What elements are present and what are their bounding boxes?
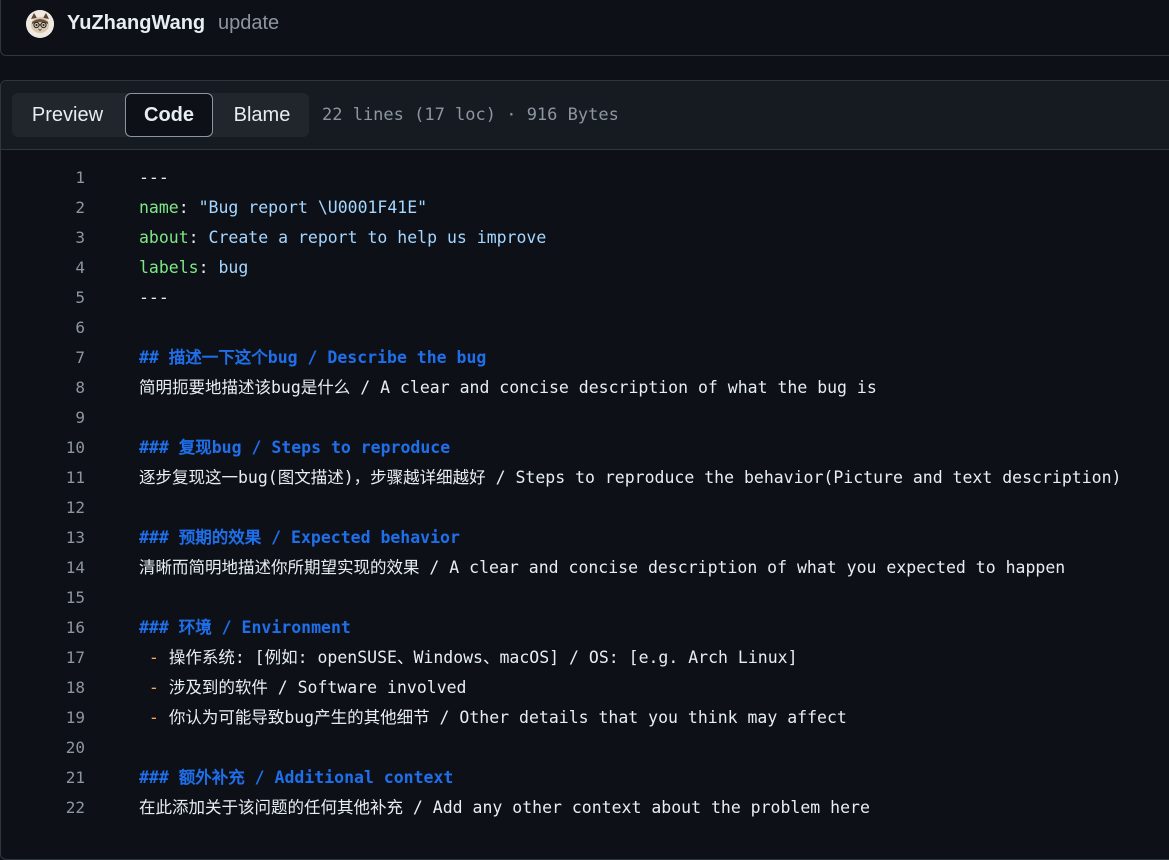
line-number[interactable]: 12 (1, 493, 85, 523)
line-number[interactable]: 7 (1, 343, 85, 373)
line-content: ### 额外补充 / Additional context (139, 763, 453, 793)
line-content: ### 复现bug / Steps to reproduce (139, 433, 450, 463)
yaml-key: about (139, 228, 189, 247)
code-line: 9 (1, 403, 1169, 433)
code-view[interactable]: 1 --- 2 name: "Bug report \U0001F41E" 3 about… (1, 163, 1169, 823)
line-number[interactable]: 22 (1, 793, 85, 823)
line-content: about: Create a report to help us improv… (139, 223, 546, 253)
code-line: 17 - 操作系统: [例如: openSUSE、Windows、macOS] … (1, 643, 1169, 673)
yaml-separator: : (188, 228, 209, 247)
line-number[interactable]: 4 (1, 253, 85, 283)
line-number[interactable]: 18 (1, 673, 85, 703)
line-content: name: "Bug report \U0001F41E" (139, 193, 427, 223)
list-text: 你认为可能导致bug产生的其他细节 / Other details that y… (168, 708, 847, 727)
line-content: ## 描述一下这个bug / Describe the bug (139, 343, 486, 373)
file-info: 22 lines (17 loc) · 916 Bytes (322, 105, 619, 125)
line-content: 简明扼要地描述该bug是什么 / A clear and concise des… (139, 373, 877, 403)
line-number[interactable]: 1 (1, 163, 85, 193)
tab-blame[interactable]: Blame (215, 93, 309, 137)
list-bullet: - (139, 648, 169, 667)
line-number[interactable]: 3 (1, 223, 85, 253)
code-line: 12 (1, 493, 1169, 523)
yaml-key: name (139, 198, 179, 217)
file-header: Preview Code Blame 22 lines (17 loc) · 9… (1, 81, 1169, 150)
markdown-heading: ## 描述一下这个bug / Describe the bug (139, 348, 487, 367)
line-text: 简明扼要地描述该bug是什么 / A clear and concise des… (139, 378, 877, 397)
line-number[interactable]: 21 (1, 763, 85, 793)
view-mode-switch: Preview Code Blame (12, 93, 309, 137)
line-text: 逐步复现这一bug(图文描述)，步骤越详细越好 / Steps to repro… (139, 468, 1122, 487)
line-content: ### 预期的效果 / Expected behavior (139, 523, 460, 553)
line-number[interactable]: 5 (1, 283, 85, 313)
line-number[interactable]: 16 (1, 613, 85, 643)
line-content: 在此添加关于该问题的任何其他补充 / Add any other context… (139, 793, 870, 823)
line-content: --- (139, 283, 169, 313)
code-line: 19 - 你认为可能导致bug产生的其他细节 / Other details t… (1, 703, 1169, 733)
code-line: 6 (1, 313, 1169, 343)
tab-preview[interactable]: Preview (12, 93, 123, 137)
list-bullet: - (139, 678, 169, 697)
yaml-value: bug (218, 258, 249, 277)
line-text: 在此添加关于该问题的任何其他补充 / Add any other context… (139, 798, 870, 817)
line-number[interactable]: 11 (1, 463, 85, 493)
markdown-heading: ### 环境 / Environment (139, 618, 351, 637)
line-number[interactable]: 15 (1, 583, 85, 613)
code-line: 18 - 涉及到的软件 / Software involved (1, 673, 1169, 703)
line-number[interactable]: 8 (1, 373, 85, 403)
list-bullet: - (139, 708, 169, 727)
latest-commit-bar: YuZhangWang update (0, 0, 1169, 56)
code-line: 16 ### 环境 / Environment (1, 613, 1169, 643)
code-line: 3 about: Create a report to help us impro… (1, 223, 1169, 253)
code-line: 5 --- (1, 283, 1169, 313)
line-content: ### 环境 / Environment (139, 613, 351, 643)
code-line: 2 name: "Bug report \U0001F41E" (1, 193, 1169, 223)
line-content: - 你认为可能导致bug产生的其他细节 / Other details that… (139, 703, 847, 733)
yaml-key: labels (139, 258, 199, 277)
line-text: 清晰而简明地描述你所期望实现的效果 / A clear and concise … (139, 558, 1066, 577)
code-line: 14 清晰而简明地描述你所期望实现的效果 / A clear and concis… (1, 553, 1169, 583)
line-text: --- (139, 288, 169, 307)
markdown-heading: ### 复现bug / Steps to reproduce (139, 438, 451, 457)
code-line: 7 ## 描述一下这个bug / Describe the bug (1, 343, 1169, 373)
list-text: 涉及到的软件 / Software involved (168, 678, 467, 697)
code-line: 13 ### 预期的效果 / Expected behavior (1, 523, 1169, 553)
commit-author-link[interactable]: YuZhangWang (67, 12, 205, 35)
yaml-value: "Bug report \U0001F41E" (198, 198, 428, 217)
code-line: 11 逐步复现这一bug(图文描述)，步骤越详细越好 / Steps to rep… (1, 463, 1169, 493)
line-number[interactable]: 10 (1, 433, 85, 463)
code-line: 21 ### 额外补充 / Additional context (1, 763, 1169, 793)
line-number[interactable]: 9 (1, 403, 85, 433)
code-line: 10 ### 复现bug / Steps to reproduce (1, 433, 1169, 463)
line-number[interactable]: 6 (1, 313, 85, 343)
commit-message-link[interactable]: update (218, 12, 279, 35)
markdown-heading: ### 额外补充 / Additional context (139, 768, 454, 787)
line-number[interactable]: 19 (1, 703, 85, 733)
line-number[interactable]: 14 (1, 553, 85, 583)
code-line: 8 简明扼要地描述该bug是什么 / A clear and concise de… (1, 373, 1169, 403)
code-line: 20 (1, 733, 1169, 763)
line-number[interactable]: 13 (1, 523, 85, 553)
code-line: 15 (1, 583, 1169, 613)
line-content: --- (139, 163, 169, 193)
line-content: 清晰而简明地描述你所期望实现的效果 / A clear and concise … (139, 553, 1065, 583)
line-content: - 涉及到的软件 / Software involved (139, 673, 467, 703)
line-content: labels: bug (139, 253, 248, 283)
yaml-separator: : (178, 198, 199, 217)
file-viewer: Preview Code Blame 22 lines (17 loc) · 9… (0, 80, 1169, 860)
line-content: - 操作系统: [例如: openSUSE、Windows、macOS] / O… (139, 643, 798, 673)
line-number[interactable]: 17 (1, 643, 85, 673)
yaml-value: Create a report to help us improve (208, 228, 547, 247)
line-number[interactable]: 2 (1, 193, 85, 223)
code-line: 1 --- (1, 163, 1169, 193)
markdown-heading: ### 预期的效果 / Expected behavior (139, 528, 460, 547)
line-content: 逐步复现这一bug(图文描述)，步骤越详细越好 / Steps to repro… (139, 463, 1121, 493)
line-text: --- (139, 168, 169, 187)
code-line: 22 在此添加关于该问题的任何其他补充 / Add any other conte… (1, 793, 1169, 823)
avatar[interactable] (26, 10, 54, 38)
tab-code[interactable]: Code (125, 93, 213, 137)
yaml-separator: : (198, 258, 219, 277)
code-line: 4 labels: bug (1, 253, 1169, 283)
list-text: 操作系统: [例如: openSUSE、Windows、macOS] / OS:… (168, 648, 798, 667)
line-number[interactable]: 20 (1, 733, 85, 763)
